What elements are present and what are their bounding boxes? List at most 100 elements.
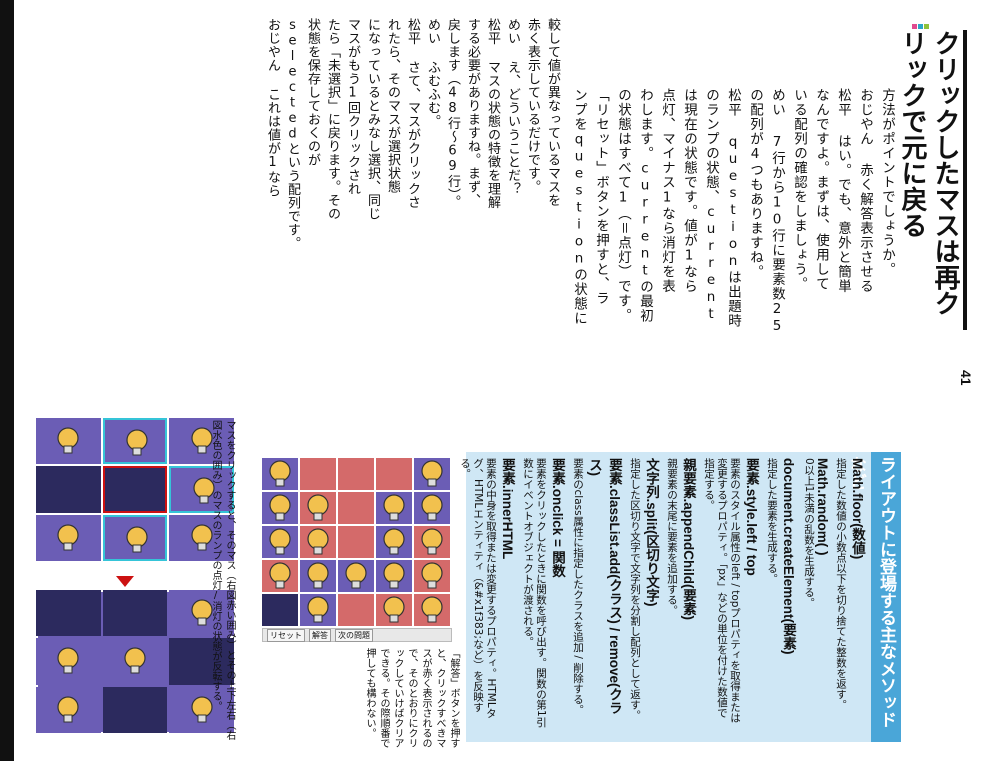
lightbulb-icon bbox=[419, 460, 445, 494]
method-description: 要素のスタイル属性のleft / topプロパティを取得または変更するプロパティ… bbox=[703, 458, 741, 723]
caption-answer-button: 「解答」ボタンを押すと、クリックすべきマスが赤く表示されるので、そのとおりにクリ… bbox=[364, 648, 459, 748]
grid-cell[interactable] bbox=[102, 590, 168, 637]
text-line: たら「未選択」に戻ります。その bbox=[325, 18, 340, 221]
text-line: おじやん 赤く解答表示させる bbox=[857, 88, 873, 294]
method-name: 要素.innerHTML bbox=[500, 458, 515, 560]
reset-button[interactable]: リセット bbox=[267, 628, 305, 642]
text-line: めい 7行から10行に要素数25 bbox=[769, 88, 785, 335]
grid-cell[interactable] bbox=[36, 686, 101, 733]
text-line: なんですよ。まずは、使用して bbox=[813, 88, 829, 291]
text-line: いる配列の確認をしましょう。 bbox=[791, 88, 807, 291]
method-description: 指定した区切り文字で文字列を分割し配列として返す。 bbox=[629, 458, 641, 721]
method-name: 文字列.split(区切り文字) bbox=[644, 458, 659, 607]
text-line: おじやん これは値が1なら bbox=[265, 18, 280, 198]
method-entry: document.createElement(要素) 指定した要素を生成する。 bbox=[765, 458, 798, 728]
lightbulb-icon bbox=[122, 647, 148, 681]
grid-cell[interactable] bbox=[300, 492, 336, 524]
lightbulb-icon bbox=[381, 528, 407, 562]
lightbulb-icon bbox=[305, 562, 331, 596]
grid-cell[interactable] bbox=[262, 526, 298, 558]
lightbulb-icon bbox=[267, 460, 293, 494]
grid-cell[interactable] bbox=[300, 526, 336, 558]
grid-cell[interactable] bbox=[36, 590, 101, 637]
text-line: 松平 さて、マスがクリックさ bbox=[405, 18, 420, 209]
page-number: 41 bbox=[958, 370, 974, 386]
text-line: のランプの状態、current bbox=[703, 88, 719, 323]
grid-cell[interactable] bbox=[338, 560, 374, 592]
grid-cell[interactable] bbox=[414, 594, 450, 626]
grid-cell[interactable] bbox=[262, 594, 298, 626]
grid-cell[interactable] bbox=[36, 514, 101, 561]
page-edge-bar bbox=[0, 0, 14, 761]
text-line: わします。currentの最初 bbox=[637, 88, 653, 323]
text-line: マスがもう1回クリックされ bbox=[345, 18, 360, 196]
text-line: 戻します（48行〜69行）。 bbox=[445, 18, 460, 209]
grid-cell[interactable] bbox=[376, 526, 412, 558]
text-line: 赤く表示しているだけです。 bbox=[525, 18, 540, 194]
text-line: めい ふむふむ。 bbox=[425, 18, 440, 128]
lightbulb-icon bbox=[55, 647, 81, 681]
grid-cell[interactable] bbox=[376, 594, 412, 626]
grid-cell[interactable] bbox=[102, 466, 168, 513]
text-column-4: 方法がポイントでしょうか。 おじやん 赤く解答表示させる 松平 はい。でも、意外… bbox=[568, 88, 898, 428]
grid-cell[interactable] bbox=[376, 458, 412, 490]
method-entry: 要素.onclick = 関数 要素をクリックしたときに関数を呼び出す。関数の第1… bbox=[521, 458, 567, 728]
text-line: ンプをquestionの状態に bbox=[571, 88, 587, 326]
next-question-button[interactable]: 次の問題 bbox=[335, 628, 373, 642]
lightbulb-icon bbox=[267, 528, 293, 562]
text-line: 点灯、マイナス1なら消灯を表 bbox=[659, 88, 675, 294]
method-entry: 要素.style.left / top 要素のスタイル属性のleft / topプ… bbox=[702, 458, 761, 728]
text-line: めい え、どういうことだ？ bbox=[505, 18, 520, 196]
lightbulb-icon bbox=[305, 596, 331, 630]
text-line: 状態を保存しておくのが bbox=[305, 18, 320, 167]
grid-cell[interactable] bbox=[414, 560, 450, 592]
grid-cell[interactable] bbox=[414, 458, 450, 490]
grid-cell[interactable] bbox=[102, 514, 168, 561]
method-description: 0以上1未満の乱数を生成する。 bbox=[803, 458, 815, 608]
method-entry: Math.floor(数値) 指定した数値の小数点以下を切り捨てた整数を返す。 bbox=[834, 458, 867, 728]
methods-title: ライアウトに登場する主なメソッドなど bbox=[846, 452, 901, 742]
grid-cell[interactable] bbox=[262, 492, 298, 524]
grid-cell[interactable] bbox=[36, 638, 101, 685]
grid-cell[interactable] bbox=[102, 686, 168, 733]
lightbulb-icon bbox=[419, 562, 445, 596]
grid-cell[interactable] bbox=[102, 638, 168, 685]
text-line: する必要がありますね。まず、 bbox=[465, 18, 480, 207]
answer-button[interactable]: 解答 bbox=[309, 628, 331, 642]
text-column-2: 較して値が異なっているマスを 赤く表示しているだけです。 めい え、どういうこと… bbox=[462, 18, 562, 438]
method-name: Math.floor(数値) bbox=[850, 458, 865, 560]
grid-cell[interactable] bbox=[414, 492, 450, 524]
grid-cell[interactable] bbox=[376, 492, 412, 524]
method-description: 要素をクリックしたときに関数を呼び出す。関数の第1引数にイベントオブジェクトが渡… bbox=[522, 458, 547, 728]
text-line: の状態はすべて1（＝点灯）です。 bbox=[615, 88, 631, 323]
answer-board-grid bbox=[262, 458, 452, 628]
board-before-grid bbox=[36, 590, 236, 735]
grid-cell[interactable] bbox=[262, 560, 298, 592]
grid-cell[interactable] bbox=[36, 418, 101, 465]
method-name: 要素.classList.add(クラス) / remove(クラス) bbox=[587, 458, 622, 715]
method-description: 親要素の末尾に要素を追加する。 bbox=[666, 458, 678, 616]
text-line: れたら、そのマスが選択状態 bbox=[385, 18, 400, 194]
grid-cell[interactable] bbox=[36, 466, 101, 513]
grid-cell[interactable] bbox=[262, 458, 298, 490]
grid-cell[interactable] bbox=[338, 526, 374, 558]
grid-cell[interactable] bbox=[338, 594, 374, 626]
grid-cell[interactable] bbox=[300, 594, 336, 626]
methods-box: ライアウトに登場する主なメソッドなど Math.floor(数値) 指定した数値の… bbox=[459, 452, 901, 742]
grid-cell[interactable] bbox=[300, 560, 336, 592]
caption-click-rule: マスをクリックすると、そのマス（右図赤い囲み）とその上下左右（右図水色の囲み）の… bbox=[210, 420, 235, 740]
grid-cell[interactable] bbox=[414, 526, 450, 558]
page-title: クリックしたマスは再クリックで元に戻る bbox=[895, 30, 967, 330]
method-name: 要素.style.left / top bbox=[744, 458, 759, 576]
lightbulb-icon bbox=[55, 696, 81, 730]
grid-cell[interactable] bbox=[102, 418, 168, 465]
control-bar: リセット 解答 次の問題 bbox=[262, 628, 452, 642]
method-description: 指定した数値の小数点以下を切り捨てた整数を返す。 bbox=[835, 458, 847, 710]
method-name: 親要素.appendChild(要素) bbox=[681, 458, 696, 620]
method-entry: Math.random( ) 0以上1未満の乱数を生成する。 bbox=[802, 458, 830, 728]
text-line: 松平 はい。でも、意外と簡単 bbox=[835, 88, 851, 294]
grid-cell[interactable] bbox=[338, 458, 374, 490]
grid-cell[interactable] bbox=[300, 458, 336, 490]
grid-cell[interactable] bbox=[376, 560, 412, 592]
grid-cell[interactable] bbox=[338, 492, 374, 524]
